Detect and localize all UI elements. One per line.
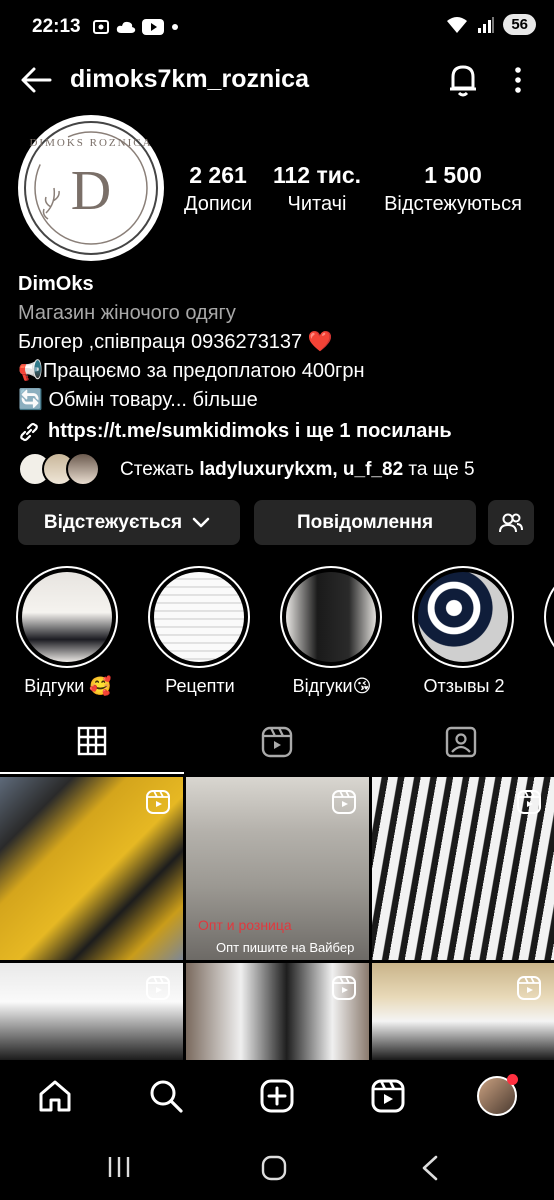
bio-line-2: 📢Працюємо за предоплатою 400грн [18,360,365,382]
bio-line-1: Блогер ,співпраця 0936273137 ❤️ [18,331,333,353]
post-thumbnail[interactable] [0,777,183,960]
recent-apps-icon[interactable] [106,1154,132,1180]
avatar-logo: DIMOKS ROZNICA D [24,121,158,255]
highlight-label: Рецепти [165,676,235,696]
chevron-down-icon [192,517,210,527]
stat-following[interactable]: 1 500 Відстежуються [374,162,532,216]
home-button-icon[interactable] [260,1154,288,1182]
reel-icon [146,976,170,1000]
highlight-item[interactable]: Відгуки😘 [280,566,384,697]
reel-icon [517,976,541,1000]
active-tab-indicator [0,772,184,774]
tagged-tab-icon[interactable] [445,726,477,758]
mutual-followers-avatars[interactable] [18,452,100,486]
stat-followers[interactable]: 112 тис. Читачі [266,162,368,216]
profile-tabs [0,712,554,776]
back-arrow-icon[interactable] [18,62,54,98]
screenshot-icon [93,20,109,34]
mutual-prefix: Стежать [120,459,200,480]
reel-icon [517,790,541,814]
grid-tab-icon[interactable] [77,726,107,756]
highlight-cover [22,572,112,662]
highlight-item[interactable]: Отзывы 2 [412,566,516,697]
mutual-followers-text[interactable]: Стежать ladyluxurykxm, u_f_82 та ще 5 [120,459,475,481]
link-icon [20,422,38,441]
post-overlay-text: Опт пишите на Вайбер [216,940,355,955]
system-indicators: 56 [445,14,536,35]
highlight-item-partial[interactable] [544,566,554,668]
reels-tab-icon[interactable] [261,726,293,758]
stat-followers-value: 112 тис. [272,162,362,188]
notification-dot [507,1074,518,1085]
battery-indicator: 56 [503,14,536,35]
more-options-icon[interactable] [506,64,530,98]
post-thumbnail[interactable]: Опт и розница Опт пишите на Вайбер [186,777,369,960]
message-button-label: Повідомлення [296,511,434,533]
stat-following-value: 1 500 [424,162,482,188]
signal-icon [478,16,495,33]
mutual-suffix: та ще 5 [403,459,475,480]
avatar-brand-text: DIMOKS ROZNICA [29,137,153,149]
highlight-cover [154,572,244,662]
profile-bio: DimOks Магазин жіночого одягу Блогер ,сп… [18,270,365,415]
profile-name: DimOks [18,273,94,295]
cloud-icon [116,21,136,33]
system-navigation-bar [0,1132,554,1200]
post-thumbnail[interactable] [372,963,554,1060]
profile-category: Магазин жіночого одягу [18,302,236,324]
notification-icons [92,18,180,36]
mutual-avatar [66,452,100,486]
add-person-icon [499,513,523,532]
highlight-item[interactable]: Рецепти [148,566,252,697]
stat-posts-value: 2 261 [189,162,247,188]
create-post-icon[interactable] [259,1078,295,1114]
profile-username: dimoks7km_roznica [70,65,309,93]
highlight-item[interactable]: Відгуки 🥰 [16,566,120,697]
status-time: 22:13 [32,16,81,37]
post-overlay-text: Опт и розница [198,917,292,933]
status-bar: 22:13 56 [0,0,554,56]
mutual-names: ladyluxurykxm, u_f_82 [199,459,404,480]
following-button[interactable]: Відстежується [18,500,240,545]
youtube-icon [142,19,164,35]
stat-posts[interactable]: 2 261 Дописи [176,162,260,216]
following-button-label: Відстежується [43,511,183,533]
reels-icon[interactable] [370,1078,406,1114]
avatar-letter: D [70,160,112,222]
stat-followers-label: Читачі [287,193,347,215]
notification-bell-icon[interactable] [446,62,480,98]
reel-icon [332,790,356,814]
dot-icon [172,24,178,30]
stat-posts-label: Дописи [183,193,253,215]
system-back-icon[interactable] [418,1154,442,1182]
message-button[interactable]: Повідомлення [254,500,476,545]
highlight-label: Відгуки 🥰 [24,676,112,696]
home-icon[interactable] [37,1078,73,1114]
reel-icon [146,790,170,814]
suggested-people-button[interactable] [488,500,534,545]
stat-following-label: Відстежуються [384,193,522,215]
profile-link-text: https://t.me/sumkidimoks і ще 1 посилань [48,420,452,442]
post-thumbnail[interactable] [372,777,554,960]
search-icon[interactable] [148,1078,184,1114]
bottom-navigation [0,1060,554,1132]
highlight-label: Відгуки😘 [292,676,372,696]
reel-icon [332,976,356,1000]
post-thumbnail[interactable] [0,963,183,1060]
wifi-icon [447,16,468,33]
highlight-cover [286,572,376,662]
highlight-label: Отзывы 2 [423,676,505,696]
highlight-cover [418,572,508,662]
bio-line-3[interactable]: 🔄 Обмін товару... більше [18,386,365,415]
post-thumbnail[interactable] [186,963,369,1060]
profile-link[interactable]: https://t.me/sumkidimoks і ще 1 посилань [18,420,452,443]
